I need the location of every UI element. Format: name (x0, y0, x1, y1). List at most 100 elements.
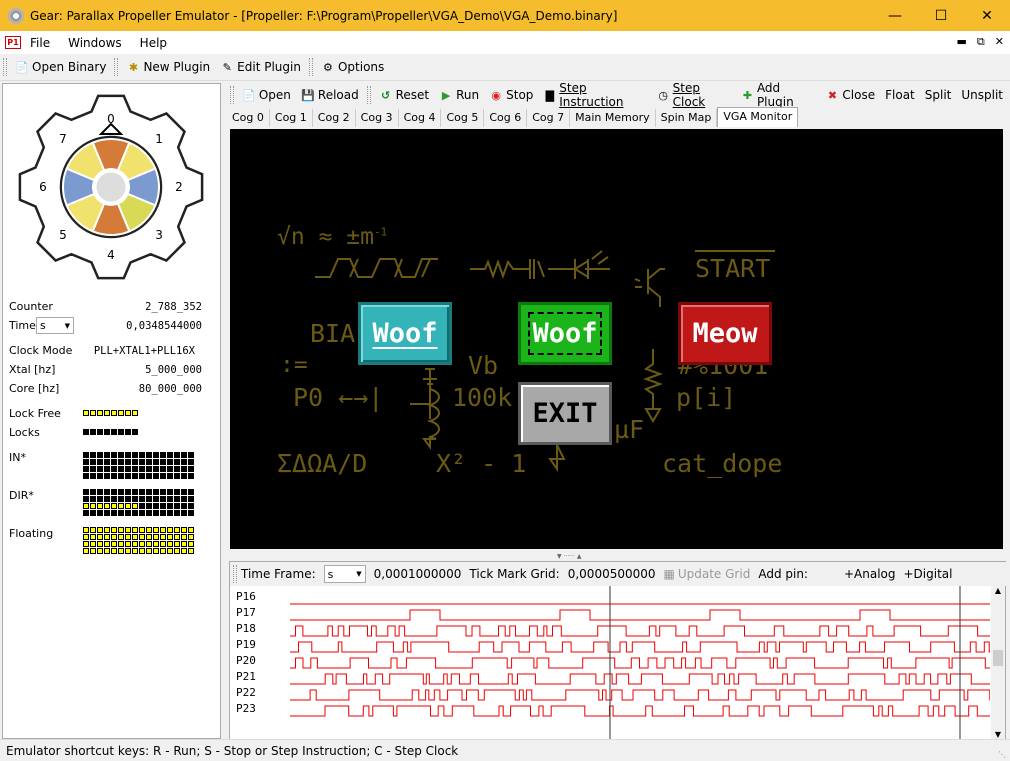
resize-grip-icon[interactable]: ⋱ (998, 750, 1006, 759)
vga-uf-text: µF (614, 415, 645, 444)
add-digital-button[interactable]: +Digital (904, 567, 953, 581)
pin-indicator (132, 429, 138, 435)
close-window-button[interactable]: ✕ (964, 0, 1010, 31)
pin-indicator (111, 527, 117, 533)
close-plugin-button[interactable]: ✖ Close (820, 84, 880, 106)
pin-indicator (181, 534, 187, 540)
pin-label: P18 (236, 622, 256, 635)
pin-indicator (104, 534, 110, 540)
pin-indicator (146, 466, 152, 472)
reset-button[interactable]: ↺ Reset (374, 84, 435, 106)
edit-plugin-button[interactable]: ✎ Edit Plugin (215, 56, 306, 78)
add-plugin-button[interactable]: ✚ Add Plugin (736, 81, 820, 109)
tick-grid-value[interactable]: 0,0000500000 (568, 567, 656, 581)
logic-scrollbar[interactable]: ▲ ▼ (991, 586, 1005, 739)
new-plugin-button[interactable]: ✱ New Plugin (121, 56, 215, 78)
pin-indicator (104, 541, 110, 547)
pin-indicator (125, 503, 131, 509)
tab-spin-map[interactable]: Spin Map (656, 109, 718, 127)
reload-button[interactable]: 💾 Reload (296, 84, 364, 106)
tab-cog-3[interactable]: Cog 3 (356, 109, 399, 127)
tab-cog-0[interactable]: Cog 0 (227, 109, 270, 127)
title-bar: Gear: Parallax Propeller Emulator - [Pro… (0, 0, 1010, 31)
tab-cog-7[interactable]: Cog 7 (527, 109, 571, 127)
open-button[interactable]: 📄 Open (237, 84, 296, 106)
time-frame-unit-select[interactable]: s ▼ (323, 565, 366, 583)
pin-indicator (160, 534, 166, 540)
tab-main-memory[interactable]: Main Memory (570, 109, 656, 127)
pin-label: P17 (236, 606, 256, 619)
options-button[interactable]: ⚙ Options (316, 56, 389, 78)
menu-file[interactable]: File (21, 36, 59, 50)
toolbar-grip[interactable] (230, 86, 234, 104)
step-clock-button[interactable]: ◷ Step Clock (652, 81, 736, 109)
mdi-controls: ▬ ⧉ ✕ (957, 35, 1004, 49)
tab-cog-5[interactable]: Cog 5 (441, 109, 485, 127)
mdi-minimize-icon[interactable]: ▬ (957, 35, 967, 49)
pin-indicator (111, 429, 117, 435)
pin-indicator (146, 534, 152, 540)
pin-indicator (139, 534, 145, 540)
pin-indicator (97, 548, 103, 554)
tick-grid-label: Tick Mark Grid: (469, 567, 560, 581)
logic-view-toolbar: Time Frame: s ▼ 0,0001000000 Tick Mark Gr… (230, 562, 1007, 586)
horizontal-splitter[interactable]: ▼ ······ ▲ (227, 552, 1008, 560)
pin-indicator (174, 534, 180, 540)
open-binary-button[interactable]: 📄 Open Binary (10, 56, 111, 78)
waveform-p22 (290, 689, 990, 701)
pin-indicator (132, 541, 138, 547)
stop-button[interactable]: ◉ Stop (484, 84, 538, 106)
pin-indicator (188, 452, 194, 458)
tab-cog-4[interactable]: Cog 4 (399, 109, 442, 127)
pin-indicator (146, 503, 152, 509)
pin-indicator (90, 429, 96, 435)
mdi-close-icon[interactable]: ✕ (995, 35, 1004, 49)
vga-meow-button[interactable]: Meow (678, 302, 772, 365)
pin-indicator (146, 510, 152, 516)
step-instruction-button[interactable]: ▇ Step Instruction (538, 81, 651, 109)
tab-cog-6[interactable]: Cog 6 (484, 109, 528, 127)
toolbar-grip[interactable] (3, 58, 7, 76)
pin-indicator (132, 503, 138, 509)
pin-indicator (160, 459, 166, 465)
scroll-thumb[interactable] (993, 650, 1003, 666)
waveform-p19 (290, 641, 990, 653)
vga-woof-button-1[interactable]: Woof (358, 302, 452, 365)
minimize-button[interactable]: — (872, 0, 918, 31)
new-plugin-icon: ✱ (128, 60, 139, 74)
pin-indicator (83, 548, 89, 554)
unsplit-button[interactable]: Unsplit (956, 84, 1008, 106)
tab-cog-2[interactable]: Cog 2 (313, 109, 356, 127)
toolbar-grip[interactable] (233, 565, 237, 583)
p1-icon[interactable]: P1 (5, 36, 21, 49)
tab-vga-monitor[interactable]: VGA Monitor (717, 107, 799, 127)
pin-indicator (174, 473, 180, 479)
pin-indicator (97, 466, 103, 472)
app-gear-icon (8, 7, 24, 24)
pin-indicator (153, 527, 159, 533)
vga-exit-button[interactable]: EXIT (518, 382, 612, 445)
menu-help[interactable]: Help (131, 36, 176, 50)
pin-indicator (90, 489, 96, 495)
pin-indicator (160, 527, 166, 533)
pin-indicator (132, 496, 138, 502)
tab-cog-1[interactable]: Cog 1 (270, 109, 313, 127)
pin-indicator (125, 473, 131, 479)
pin-indicator (153, 466, 159, 472)
pin-indicator (97, 459, 103, 465)
update-grid-button[interactable]: ▦ Update Grid (664, 567, 751, 581)
pin-indicator (181, 459, 187, 465)
pin-indicator (83, 429, 89, 435)
time-frame-value[interactable]: 0,0001000000 (374, 567, 462, 581)
mdi-restore-icon[interactable]: ⧉ (977, 35, 985, 49)
vga-woof-button-2[interactable]: Woof (518, 302, 612, 365)
run-button[interactable]: ▶ Run (434, 84, 484, 106)
maximize-button[interactable]: ☐ (918, 0, 964, 31)
add-analog-button[interactable]: +Analog (844, 567, 896, 581)
time-unit-select[interactable]: s ▼ (36, 317, 74, 334)
menu-windows[interactable]: Windows (59, 36, 131, 50)
pin-indicator (160, 466, 166, 472)
pin-indicator (132, 527, 138, 533)
float-button[interactable]: Float (880, 84, 920, 106)
split-button[interactable]: Split (920, 84, 957, 106)
